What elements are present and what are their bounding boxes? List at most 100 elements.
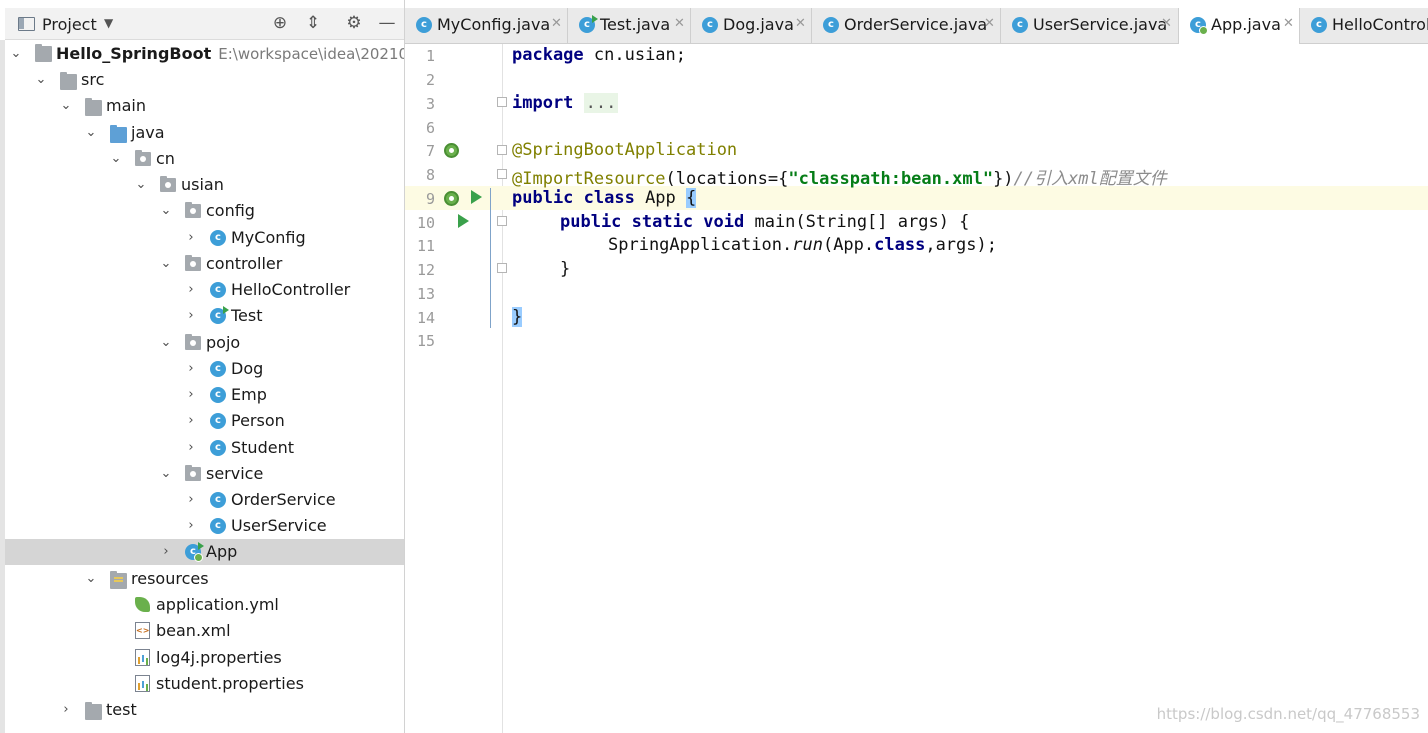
line-number: 6 <box>425 119 435 137</box>
chevron-right-icon[interactable]: › <box>184 487 198 513</box>
close-icon[interactable]: ✕ <box>674 16 685 31</box>
java-class-icon: c <box>416 17 432 33</box>
tree-item-person[interactable]: › c Person <box>5 408 404 434</box>
chevron-down-icon[interactable]: ⌄ <box>159 330 173 356</box>
run-icon[interactable] <box>471 190 482 204</box>
spring-bean-gutter-icon[interactable] <box>444 191 459 206</box>
tree-item-label: Emp <box>231 385 267 404</box>
chevron-right-icon[interactable]: › <box>184 513 198 539</box>
runnable-class-icon: c <box>579 15 598 33</box>
chevron-down-icon[interactable]: ⌄ <box>59 93 73 119</box>
spring-bean-gutter-icon[interactable] <box>444 143 459 158</box>
fold-collapse-icon[interactable] <box>497 169 507 179</box>
chevron-right-icon[interactable]: › <box>184 225 198 251</box>
chevron-right-icon[interactable]: › <box>159 539 173 565</box>
chevron-down-icon[interactable]: ⌄ <box>34 67 48 93</box>
chevron-right-icon[interactable]: › <box>184 277 198 303</box>
close-icon[interactable]: ✕ <box>551 16 562 31</box>
hide-panel-icon[interactable]: — <box>377 13 397 33</box>
chevron-right-icon[interactable]: › <box>184 303 198 329</box>
folded-imports[interactable]: ... <box>583 93 619 113</box>
fold-collapse-icon[interactable] <box>497 216 507 226</box>
tree-item-test[interactable]: › test <box>5 697 404 723</box>
collapse-all-icon[interactable]: ⇕ <box>303 13 323 33</box>
tree-item-pojo[interactable]: ⌄ pojo <box>5 330 404 356</box>
tree-item-app[interactable]: › c App <box>5 539 404 565</box>
tree-item-emp[interactable]: › c Emp <box>5 382 404 408</box>
tree-item-hello-springboot[interactable]: ⌄ Hello_SpringBoot E:\workspace\idea\2021… <box>5 41 404 67</box>
tree-item-java[interactable]: ⌄ java <box>5 120 404 146</box>
close-icon[interactable]: ✕ <box>984 16 995 31</box>
tree-item-bean-xml[interactable]: bean.xml <box>5 618 404 644</box>
fold-collapse-icon[interactable] <box>497 263 507 273</box>
locate-file-icon[interactable]: ⊕ <box>270 13 290 33</box>
tree-item-label: HelloController <box>231 280 351 299</box>
view-dropdown-icon[interactable]: ▼ <box>104 16 113 30</box>
chevron-right-icon[interactable]: › <box>59 697 73 723</box>
fold-expand-icon[interactable] <box>497 97 507 107</box>
project-panel-title[interactable]: Project <box>42 15 97 34</box>
tree-item-log4j-properties[interactable]: log4j.properties <box>5 645 404 671</box>
tab-userservice-java[interactable]: c UserService.java ✕ <box>1001 8 1179 43</box>
chevron-down-icon[interactable]: ⌄ <box>134 172 148 198</box>
code-line-10: public static void main(String[] args) { <box>560 212 969 232</box>
chevron-right-icon[interactable]: › <box>184 435 198 461</box>
tree-item-myconfig[interactable]: › c MyConfig <box>5 225 404 251</box>
tree-item-config[interactable]: ⌄ config <box>5 198 404 224</box>
tree-item-student-properties[interactable]: student.properties <box>5 671 404 697</box>
tab-myconfig-java[interactable]: c MyConfig.java ✕ <box>405 8 568 43</box>
code-line-8: @ImportResource(locations={"classpath:be… <box>512 164 1167 189</box>
tree-item-src[interactable]: ⌄ src <box>5 67 404 93</box>
package-icon <box>185 255 201 271</box>
tab-dog-java[interactable]: c Dog.java ✕ <box>691 8 812 43</box>
tree-item-label: student.properties <box>156 674 304 693</box>
tab-label: App.java <box>1211 15 1281 34</box>
xml-file-icon <box>135 622 150 639</box>
tree-item-service[interactable]: ⌄ service <box>5 461 404 487</box>
chevron-down-icon[interactable]: ⌄ <box>159 198 173 224</box>
tab-app-java[interactable]: c App.java ✕ <box>1179 8 1300 44</box>
package-icon <box>160 176 176 192</box>
tree-item-usian[interactable]: ⌄ usian <box>5 172 404 198</box>
tree-item-orderservice[interactable]: › c OrderService <box>5 487 404 513</box>
tree-item-hellocontroller[interactable]: › c HelloController <box>5 277 404 303</box>
chevron-down-icon[interactable]: ⌄ <box>159 251 173 277</box>
tree-item-label: bean.xml <box>156 621 231 640</box>
chevron-down-icon[interactable]: ⌄ <box>9 41 23 67</box>
close-icon[interactable]: ✕ <box>795 16 806 31</box>
chevron-down-icon[interactable]: ⌄ <box>159 461 173 487</box>
tree-item-label: Test <box>231 306 263 325</box>
close-icon[interactable]: ✕ <box>1161 16 1172 31</box>
folder-icon <box>60 72 77 90</box>
run-icon[interactable] <box>458 214 469 228</box>
properties-file-icon <box>135 649 150 666</box>
package-icon <box>185 334 201 350</box>
chevron-down-icon[interactable]: ⌄ <box>84 120 98 146</box>
chevron-right-icon[interactable]: › <box>184 408 198 434</box>
chevron-right-icon[interactable]: › <box>184 382 198 408</box>
tree-item-userservice[interactable]: › c UserService <box>5 513 404 539</box>
tree-item-student[interactable]: › c Student <box>5 435 404 461</box>
tree-item-resources[interactable]: ⌄ resources <box>5 566 404 592</box>
tree-item-test-class[interactable]: › c Test <box>5 303 404 329</box>
gear-icon[interactable]: ⚙ <box>344 13 364 33</box>
folder-icon <box>85 98 102 116</box>
java-class-icon: c <box>210 282 226 298</box>
editor-tab-bar: c MyConfig.java ✕ c Test.java ✕ c Dog.ja… <box>405 8 1428 44</box>
chevron-right-icon[interactable]: › <box>184 356 198 382</box>
fold-collapse-icon[interactable] <box>497 145 507 155</box>
tree-item-label: application.yml <box>156 595 279 614</box>
tree-item-cn[interactable]: ⌄ cn <box>5 146 404 172</box>
close-icon[interactable]: ✕ <box>1283 16 1294 31</box>
tab-test-java[interactable]: c Test.java ✕ <box>568 8 691 43</box>
tab-orderservice-java[interactable]: c OrderService.java ✕ <box>812 8 1001 43</box>
chevron-down-icon[interactable]: ⌄ <box>84 566 98 592</box>
chevron-down-icon[interactable]: ⌄ <box>109 146 123 172</box>
tree-item-controller[interactable]: ⌄ controller <box>5 251 404 277</box>
tree-item-application-yml[interactable]: application.yml <box>5 592 404 618</box>
tab-hellocontroller-java[interactable]: c HelloControl <box>1300 8 1428 43</box>
line-number: 3 <box>425 95 435 113</box>
tree-item-dog[interactable]: › c Dog <box>5 356 404 382</box>
tree-item-main[interactable]: ⌄ main <box>5 93 404 119</box>
tab-label: Dog.java <box>723 15 794 34</box>
